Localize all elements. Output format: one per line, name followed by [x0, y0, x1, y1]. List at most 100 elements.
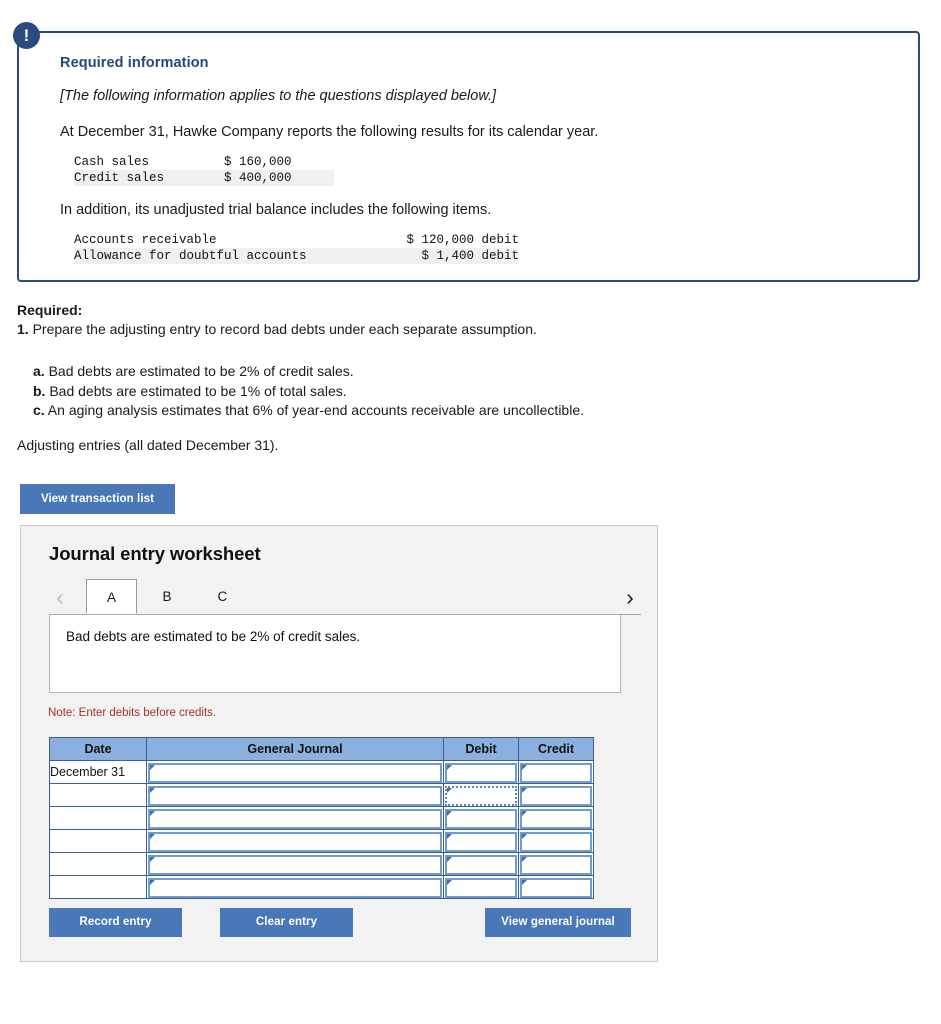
journal-account-input[interactable]	[148, 785, 442, 806]
debit-cell[interactable]	[443, 760, 519, 784]
journal-account-input[interactable]	[148, 831, 442, 852]
table-row	[49, 829, 594, 853]
tab-b[interactable]: B	[141, 579, 192, 614]
adjusting-entries-note: Adjusting entries (all dated December 31…	[17, 437, 279, 453]
tab-a[interactable]: A	[86, 579, 137, 614]
debit-cell[interactable]	[443, 852, 519, 876]
debit-cell[interactable]	[443, 806, 519, 830]
balance-label: Accounts receivable	[74, 233, 217, 247]
debit-input[interactable]	[445, 877, 517, 898]
credit-cell[interactable]	[518, 760, 594, 784]
required-section: Required: 1. Prepare the adjusting entry…	[17, 302, 917, 421]
journal-entry-worksheet-panel: Journal entry worksheet ‹ A B C › Bad de…	[20, 525, 658, 962]
debit-cell[interactable]	[443, 783, 519, 807]
assumptions-list: a. Bad debts are estimated to be 2% of c…	[33, 362, 917, 420]
table-row	[49, 852, 594, 876]
sales-label: Credit sales	[74, 171, 165, 185]
table-row: Cash sales $ 160,000	[74, 154, 334, 170]
chevron-right-icon[interactable]: ›	[619, 581, 641, 613]
journal-account-input[interactable]	[148, 854, 442, 875]
chevron-left-icon[interactable]: ‹	[49, 581, 71, 613]
date-cell	[49, 829, 147, 853]
table-row	[49, 875, 594, 899]
column-header-general-journal: General Journal	[146, 737, 444, 761]
list-item: c. An aging analysis estimates that 6% o…	[33, 401, 917, 420]
debits-before-credits-note: Note: Enter debits before credits.	[48, 707, 217, 719]
worksheet-description: Bad debts are estimated to be 2% of cred…	[49, 615, 621, 693]
worksheet-tabbar: ‹ A B C ›	[49, 579, 641, 615]
journal-cell[interactable]	[146, 783, 444, 807]
debit-input[interactable]	[445, 854, 517, 875]
credit-cell[interactable]	[518, 806, 594, 830]
clear-entry-button[interactable]: Clear entry	[220, 908, 353, 937]
journal-account-input[interactable]	[148, 877, 442, 898]
view-transaction-list-button[interactable]: View transaction list	[20, 484, 175, 514]
journal-cell[interactable]	[146, 852, 444, 876]
date-cell	[49, 783, 147, 807]
balance-value: $ 120,000 debit	[406, 233, 519, 247]
assumption-letter: c.	[33, 402, 45, 418]
assumption-letter: a.	[33, 363, 45, 379]
trial-balance-table: Accounts receivable $ 120,000 debit Allo…	[74, 232, 519, 264]
credit-cell[interactable]	[518, 783, 594, 807]
credit-cell[interactable]	[518, 829, 594, 853]
required-heading: Required:	[17, 302, 83, 318]
sales-label: Cash sales	[74, 155, 150, 169]
credit-input[interactable]	[520, 808, 592, 829]
column-header-debit: Debit	[443, 737, 519, 761]
credit-input[interactable]	[520, 854, 592, 875]
debit-input-focused[interactable]	[445, 785, 517, 806]
date-cell	[49, 852, 147, 876]
sales-value: $ 160,000	[224, 155, 292, 169]
required-information-italic-note: [The following information applies to th…	[60, 88, 497, 104]
debit-input[interactable]	[445, 831, 517, 852]
table-row	[49, 806, 594, 830]
required-item-1: 1. Prepare the adjusting entry to record…	[17, 321, 917, 337]
credit-cell[interactable]	[518, 852, 594, 876]
assumption-text: Bad debts are estimated to be 2% of cred…	[44, 363, 354, 379]
record-entry-button[interactable]: Record entry	[49, 908, 182, 937]
journal-cell[interactable]	[146, 875, 444, 899]
credit-input[interactable]	[520, 831, 592, 852]
table-row: Allowance for doubtful accounts $ 1,400 …	[74, 248, 519, 264]
assumption-letter: b.	[33, 382, 46, 399]
required-information-callout: Required information [The following info…	[17, 31, 920, 282]
date-cell: December 31	[49, 760, 147, 784]
journal-cell[interactable]	[146, 806, 444, 830]
credit-input[interactable]	[520, 877, 592, 898]
credit-input[interactable]	[520, 762, 592, 783]
journal-cell[interactable]	[146, 829, 444, 853]
table-row: Credit sales $ 400,000	[74, 170, 334, 186]
assumption-text: Bad debts are estimated to be 1% of tota…	[45, 382, 347, 399]
debit-cell[interactable]	[443, 829, 519, 853]
date-cell	[49, 875, 147, 899]
list-item: b. Bad debts are estimated to be 1% of t…	[33, 382, 917, 401]
table-row	[49, 783, 594, 807]
credit-input[interactable]	[520, 785, 592, 806]
exclamation-icon: !	[13, 22, 40, 49]
balance-label: Allowance for doubtful accounts	[74, 249, 307, 263]
journal-entry-table: Date General Journal Debit Credit Decemb…	[49, 737, 594, 899]
worksheet-tabs: A B C	[86, 579, 248, 615]
required-item-number: 1.	[17, 321, 29, 337]
debit-cell[interactable]	[443, 875, 519, 899]
assumption-text: An aging analysis estimates that 6% of y…	[44, 402, 584, 418]
credit-cell[interactable]	[518, 875, 594, 899]
journal-cell[interactable]	[146, 760, 444, 784]
sales-figures-table: Cash sales $ 160,000 Credit sales $ 400,…	[74, 154, 334, 186]
balance-value: $ 1,400 debit	[421, 249, 519, 263]
required-item-text: Prepare the adjusting entry to record ba…	[28, 321, 537, 337]
journal-account-input[interactable]	[148, 762, 442, 783]
tab-c[interactable]: C	[197, 579, 248, 614]
debit-input[interactable]	[445, 808, 517, 829]
table-row: December 31	[49, 760, 594, 784]
table-row: Accounts receivable $ 120,000 debit	[74, 232, 519, 248]
column-header-credit: Credit	[518, 737, 594, 761]
required-information-second-line: In addition, its unadjusted trial balanc…	[60, 202, 492, 218]
required-information-intro: At December 31, Hawke Company reports th…	[60, 124, 599, 140]
journal-account-input[interactable]	[148, 808, 442, 829]
view-general-journal-button[interactable]: View general journal	[485, 908, 631, 937]
column-header-date: Date	[49, 737, 147, 761]
debit-input[interactable]	[445, 762, 517, 783]
worksheet-title: Journal entry worksheet	[49, 543, 261, 564]
